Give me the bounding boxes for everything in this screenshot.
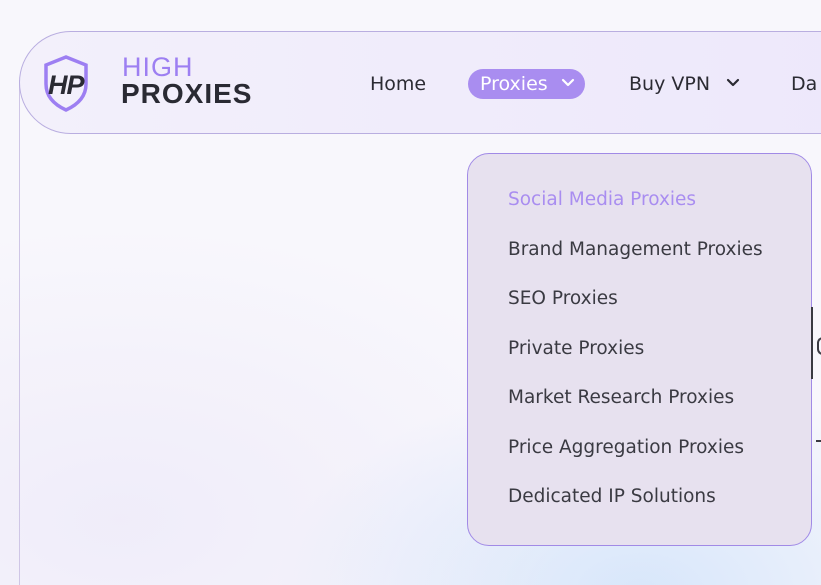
nav-home[interactable]: Home	[370, 69, 426, 99]
nav-home-label: Home	[370, 73, 427, 95]
menu-item-brand-management-proxies[interactable]: Brand Management Proxies	[508, 239, 763, 260]
nav-partial-label: Da	[791, 73, 818, 95]
menu-item-private-proxies[interactable]: Private Proxies	[508, 338, 644, 359]
logo-mark: HP	[48, 70, 85, 100]
nav-buy-vpn[interactable]: Buy VPN	[629, 69, 740, 99]
proxies-dropdown-menu: Social Media Proxies Brand Management Pr…	[467, 153, 812, 546]
background-content-edge	[811, 307, 813, 379]
menu-item-dedicated-ip-solutions[interactable]: Dedicated IP Solutions	[508, 486, 716, 507]
chevron-down-icon	[726, 78, 740, 87]
chevron-down-icon	[561, 78, 575, 87]
nav-proxies-label: Proxies	[480, 73, 548, 95]
background-content-glyph	[816, 440, 821, 442]
logo[interactable]: HP HIGH PROXIES	[40, 52, 290, 112]
background-content-glyph	[817, 337, 821, 355]
shield-hp-icon: HP	[44, 55, 88, 112]
menu-item-price-aggregation-proxies[interactable]: Price Aggregation Proxies	[508, 437, 744, 458]
nav-buy-vpn-label: Buy VPN	[629, 73, 711, 95]
page-frame-border	[19, 80, 20, 585]
menu-item-market-research-proxies[interactable]: Market Research Proxies	[508, 387, 734, 408]
nav-proxies[interactable]: Proxies	[468, 69, 585, 99]
menu-item-seo-proxies[interactable]: SEO Proxies	[508, 288, 618, 309]
nav-item-partial[interactable]: Da	[791, 69, 817, 99]
menu-item-social-media-proxies[interactable]: Social Media Proxies	[508, 189, 696, 210]
logo-text-proxies: PROXIES	[121, 78, 253, 109]
page: HP HIGH PROXIES Home Proxies Buy VPN Da …	[0, 0, 821, 585]
